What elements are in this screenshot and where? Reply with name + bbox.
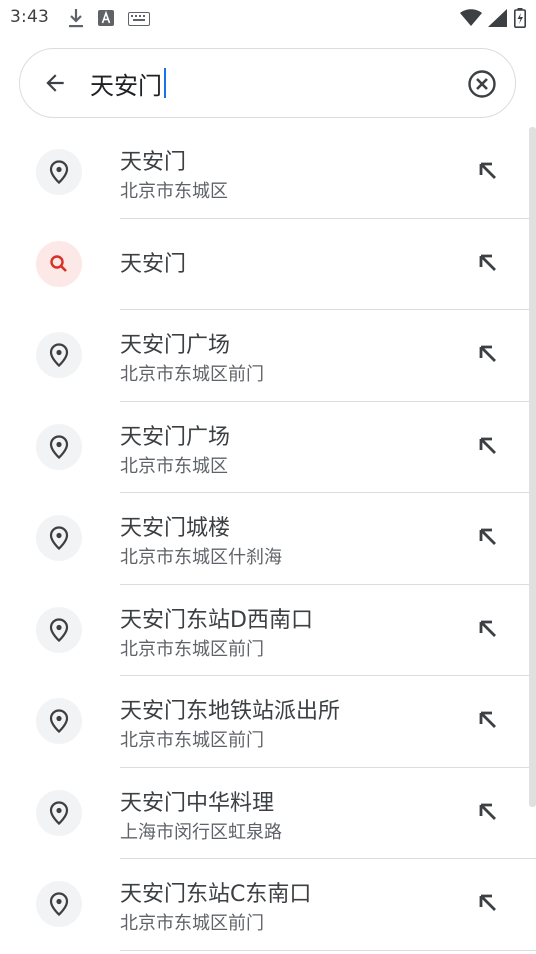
location-pin-icon — [49, 709, 69, 733]
arrow-up-left-icon — [479, 711, 496, 728]
fill-query-button[interactable] — [474, 249, 502, 277]
wifi-icon — [460, 9, 482, 31]
keyboard-icon — [128, 11, 150, 30]
fill-query-button[interactable] — [474, 523, 502, 551]
scrollbar[interactable] — [529, 127, 536, 807]
result-title: 天安门东地铁站派出所 — [120, 699, 341, 724]
place-icon-circle — [36, 789, 82, 836]
arrow-up-left-icon — [479, 437, 496, 454]
search-box: 天安门 — [19, 48, 516, 118]
list-item[interactable]: 天安门城楼 北京市东城区什刹海 — [0, 493, 536, 585]
search-query: 天安门 — [90, 71, 162, 100]
result-subtitle: 北京市东城区前门 — [120, 364, 264, 385]
fill-query-button[interactable] — [474, 340, 502, 368]
result-subtitle: 北京市东城区 — [120, 455, 228, 477]
arrow-up-left-icon — [479, 345, 496, 362]
fill-query-button[interactable] — [474, 432, 502, 460]
result-subtitle: 北京市东城区前门 — [120, 730, 264, 751]
arrow-up-left-icon — [479, 162, 496, 179]
clear-circle-icon — [468, 70, 496, 98]
suggestion-list: 天安门 北京市东城区 天安门 天安门广场 北京市东城区前门 天安门广场 北京市东… — [0, 127, 536, 951]
location-pin-icon — [49, 526, 69, 550]
result-subtitle: 北京市东城区 — [120, 181, 228, 202]
location-pin-icon — [49, 892, 69, 916]
result-title: 天安门 — [120, 251, 187, 277]
arrow-back-icon — [46, 74, 64, 92]
status-bar: 3:43 — [0, 0, 536, 36]
fill-query-button[interactable] — [474, 157, 502, 185]
search-input[interactable]: 天安门 — [90, 61, 450, 105]
back-button[interactable] — [40, 68, 70, 98]
battery-icon — [514, 8, 526, 32]
place-icon-circle — [36, 423, 82, 470]
place-icon-circle — [36, 149, 82, 195]
list-item[interactable]: 天安门广场 北京市东城区前门 — [0, 310, 536, 402]
list-item[interactable]: 天安门广场 北京市东城区 — [0, 402, 536, 493]
result-title: 天安门东站C东南口 — [120, 882, 312, 907]
keyboard-a-icon — [98, 10, 114, 30]
list-item[interactable]: 天安门东站D西南口 北京市东城区前门 — [0, 585, 536, 676]
arrow-up-left-icon — [479, 803, 496, 820]
place-icon-circle — [36, 606, 82, 653]
place-icon-circle — [36, 515, 82, 561]
fill-query-button[interactable] — [474, 798, 502, 826]
location-pin-icon — [49, 617, 69, 642]
download-icon — [68, 8, 84, 32]
search-icon-circle — [36, 240, 82, 287]
signal-icon — [488, 9, 508, 31]
clear-button[interactable] — [467, 69, 497, 99]
result-title: 天安门中华料理 — [120, 790, 275, 816]
text-cursor — [164, 68, 166, 98]
fill-query-button[interactable] — [474, 615, 502, 643]
location-pin-icon — [49, 343, 69, 367]
result-title: 天安门东站D西南口 — [120, 607, 313, 633]
arrow-up-left-icon — [479, 254, 496, 271]
list-item[interactable]: 天安门中华料理 上海市闵行区虹泉路 — [0, 768, 536, 859]
location-pin-icon — [49, 160, 69, 184]
divider — [120, 949, 536, 951]
fill-query-button[interactable] — [474, 706, 502, 734]
list-item[interactable]: 天安门东站C东南口 北京市东城区前门 — [0, 859, 536, 951]
list-item[interactable]: 天安门东地铁站派出所 北京市东城区前门 — [0, 676, 536, 768]
place-icon-circle — [36, 698, 82, 744]
search-icon — [50, 254, 67, 272]
status-time: 3:43 — [10, 7, 49, 27]
result-title: 天安门广场 — [120, 424, 231, 450]
arrow-up-left-icon — [479, 620, 496, 637]
list-item[interactable]: 天安门 — [0, 219, 536, 310]
result-subtitle: 北京市东城区什刹海 — [120, 547, 282, 568]
arrow-up-left-icon — [479, 528, 496, 545]
result-title: 天安门城楼 — [120, 516, 231, 541]
result-title: 天安门广场 — [120, 333, 231, 358]
result-title: 天安门 — [120, 150, 187, 175]
result-subtitle: 北京市东城区前门 — [120, 638, 264, 660]
result-subtitle: 上海市闵行区虹泉路 — [120, 821, 282, 843]
location-pin-icon — [49, 434, 69, 459]
place-icon-circle — [36, 881, 82, 927]
place-icon-circle — [36, 332, 82, 378]
arrow-up-left-icon — [479, 894, 496, 911]
list-item[interactable]: 天安门 北京市东城区 — [0, 127, 536, 219]
fill-query-button[interactable] — [474, 889, 502, 917]
location-pin-icon — [49, 800, 69, 825]
result-subtitle: 北京市东城区前门 — [120, 913, 264, 934]
